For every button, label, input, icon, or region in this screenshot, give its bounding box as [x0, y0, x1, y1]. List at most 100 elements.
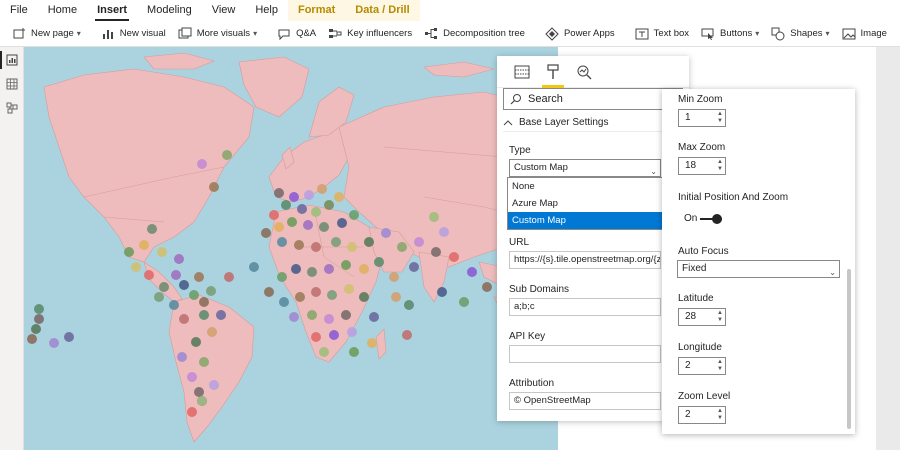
key-influencers-button[interactable]: Key influencers	[322, 23, 418, 45]
decomposition-tree-icon	[424, 27, 438, 41]
menu-file[interactable]: File	[0, 0, 38, 21]
type-option-none[interactable]: None	[508, 178, 662, 195]
report-view-icon[interactable]	[0, 51, 19, 69]
chevron-down-icon: ▾	[76, 29, 81, 38]
api-key-label: API Key	[509, 331, 546, 342]
qa-button[interactable]: Q&A	[271, 23, 322, 45]
settings-scrollbar[interactable]	[847, 269, 851, 429]
latitude-label: Latitude	[678, 293, 714, 304]
longitude-input[interactable]: 2 ▲ ▼	[678, 357, 726, 375]
max-zoom-label: Max Zoom	[678, 142, 726, 153]
new-page-label: New page	[31, 28, 74, 39]
shapes-button[interactable]: Shapes ▾	[765, 23, 835, 45]
base-layer-section-header[interactable]: Base Layer Settings	[503, 114, 683, 132]
type-select-value: Custom Map	[514, 162, 568, 173]
image-button[interactable]: Image	[836, 23, 893, 45]
menu-help[interactable]: Help	[245, 0, 288, 21]
tab-analytics[interactable]	[573, 61, 595, 83]
menu-view[interactable]: View	[202, 0, 246, 21]
type-option-custom-map[interactable]: Custom Map	[508, 212, 662, 229]
initial-position-toggle[interactable]	[700, 214, 722, 224]
type-label: Type	[509, 145, 531, 156]
api-key-input[interactable]	[509, 345, 661, 363]
chevron-down-icon: ⌄	[829, 268, 836, 277]
stepper-arrows-icon[interactable]: ▲ ▼	[715, 358, 725, 374]
buttons-label: Buttons	[720, 28, 753, 39]
fields-grid-icon	[514, 65, 530, 78]
power-apps-label: Power Apps	[563, 28, 615, 39]
map-visual[interactable]	[24, 47, 558, 450]
key-influencers-icon	[328, 27, 342, 41]
chevron-down-icon: ▾	[253, 29, 258, 38]
max-zoom-input[interactable]: 18 ▲ ▼	[678, 157, 726, 175]
latitude-value: 28	[685, 311, 697, 322]
image-label: Image	[860, 28, 887, 39]
stepper-arrows-icon[interactable]: ▲ ▼	[715, 407, 725, 423]
type-select[interactable]: Custom Map ⌄	[509, 159, 661, 177]
new-visual-button[interactable]: New visual	[95, 23, 172, 45]
new-page-icon	[12, 27, 26, 41]
menu-format[interactable]: Format	[287, 0, 346, 21]
subdomains-input[interactable]: a;b;c	[509, 298, 661, 316]
search-input[interactable]: Search	[503, 88, 683, 110]
key-influencers-label: Key influencers	[347, 28, 413, 39]
model-view-icon[interactable]	[5, 101, 19, 115]
speech-bubble-icon	[277, 27, 291, 41]
ribbon: New page ▾ New visual More visuals ▾ Q&A…	[0, 21, 900, 47]
decomposition-tree-button[interactable]: Decomposition tree	[418, 23, 531, 45]
analytics-magnifier-icon	[577, 65, 592, 79]
min-zoom-input[interactable]: 1 ▲ ▼	[678, 109, 726, 127]
menu-modeling[interactable]: Modeling	[137, 0, 202, 21]
menu-home[interactable]: Home	[38, 0, 87, 21]
menu-data-drill[interactable]: Data / Drill	[345, 0, 420, 21]
pane-tabs	[497, 56, 689, 88]
new-visual-label: New visual	[119, 28, 166, 39]
attribution-label: Attribution	[509, 378, 555, 389]
new-page-button[interactable]: New page ▾	[6, 23, 87, 45]
bar-chart-icon	[101, 27, 115, 41]
stepper-arrows-icon[interactable]: ▲ ▼	[715, 309, 725, 325]
menu-bar: File Home Insert Modeling View Help Form…	[0, 0, 900, 21]
text-box-label: Text box	[653, 28, 690, 39]
more-visuals-icon	[178, 27, 192, 41]
latitude-input[interactable]: 28 ▲ ▼	[678, 308, 726, 326]
auto-focus-value: Fixed	[682, 263, 707, 274]
type-dropdown-list: None Azure Map Custom Map	[507, 177, 663, 230]
cursor-button-icon	[701, 27, 715, 41]
tab-format[interactable]	[542, 61, 564, 88]
subdomains-label: Sub Domains	[509, 284, 570, 295]
text-box-button[interactable]: Text box	[629, 23, 695, 45]
stepper-arrows-icon[interactable]: ▲ ▼	[715, 110, 725, 126]
text-box-icon	[635, 27, 649, 41]
attribution-input[interactable]: © OpenStreetMap	[509, 392, 661, 410]
world-map	[27, 52, 558, 443]
image-icon	[842, 27, 856, 41]
canvas-right-edge	[876, 47, 900, 450]
chevron-down-icon: ▾	[825, 29, 830, 38]
auto-focus-label: Auto Focus	[678, 246, 729, 257]
stepper-arrows-icon[interactable]: ▲ ▼	[715, 158, 725, 174]
url-label: URL	[509, 237, 530, 248]
section-title: Base Layer Settings	[519, 117, 609, 128]
url-input[interactable]: https://{s}.tile.openstreetmap.org/{z}/{…	[509, 251, 661, 269]
search-placeholder: Search	[528, 93, 563, 105]
type-option-azure-map[interactable]: Azure Map	[508, 195, 662, 212]
menu-insert[interactable]: Insert	[87, 0, 137, 21]
zoom-level-input[interactable]: 2 ▲ ▼	[678, 406, 726, 424]
chevron-up-icon	[503, 119, 513, 127]
chevron-down-icon: ▾	[755, 29, 760, 38]
zoom-level-value: 2	[685, 409, 691, 420]
longitude-value: 2	[685, 360, 691, 371]
auto-focus-select[interactable]: Fixed ⌄	[677, 260, 840, 278]
shapes-icon	[771, 27, 785, 41]
tab-fields[interactable]	[511, 61, 533, 83]
power-apps-button[interactable]: Power Apps	[539, 23, 621, 45]
min-zoom-value: 1	[685, 112, 691, 123]
decomposition-tree-label: Decomposition tree	[443, 28, 525, 39]
shapes-label: Shapes	[790, 28, 823, 39]
qa-label: Q&A	[296, 28, 317, 39]
buttons-button[interactable]: Buttons ▾	[695, 23, 765, 45]
data-view-icon[interactable]	[5, 77, 19, 91]
more-visuals-button[interactable]: More visuals ▾	[172, 23, 263, 45]
chevron-down-icon: ⌄	[650, 167, 657, 176]
